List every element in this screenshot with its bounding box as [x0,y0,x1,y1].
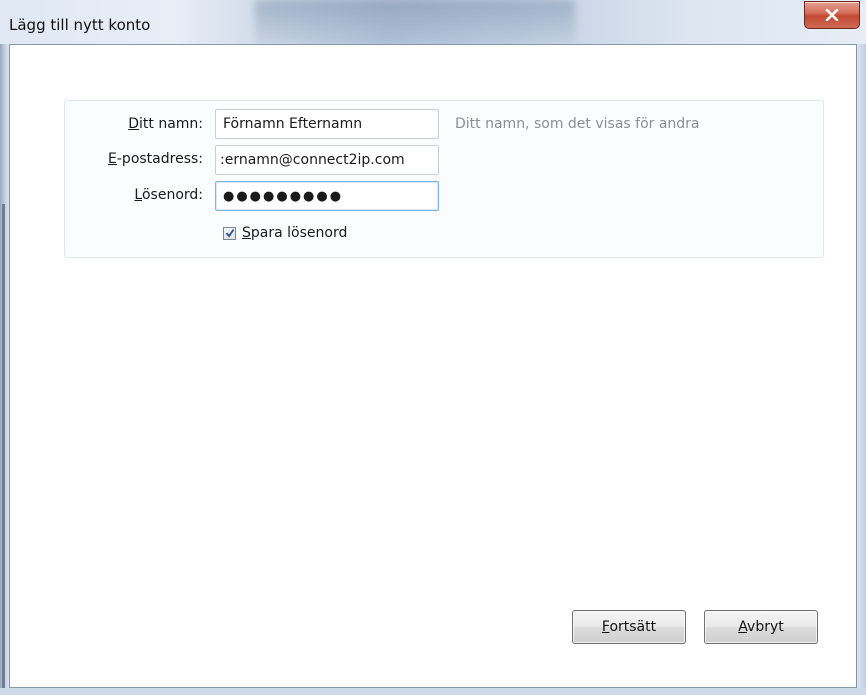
email-value: :ernamn@connect2ip.com [220,152,405,168]
password-label: Lösenord: [134,187,203,203]
email-label: E-postadress: [108,151,203,167]
cancel-button-label: Avbryt [738,619,784,635]
continue-button-label: Fortsätt [601,619,657,635]
title-bar[interactable]: Lägg till nytt konto [0,0,866,44]
email-input[interactable]: :ernamn@connect2ip.com [215,145,439,175]
window-title: Lägg till nytt konto [9,16,151,34]
save-password-checkbox[interactable] [223,227,236,240]
name-value: Förnamn Efternamn [223,116,363,132]
window-right-border [857,44,866,695]
password-input[interactable]: ●●●●●●●●● [215,181,439,211]
password-value: ●●●●●●●●● [223,188,344,204]
dialog-window: Lägg till nytt konto Ditt namn: Förnamn … [0,0,866,695]
continue-button[interactable]: Fortsätt [572,610,686,644]
close-button[interactable] [804,1,860,29]
cancel-button[interactable]: Avbryt [704,610,818,644]
dialog-content: Ditt namn: Förnamn Efternamn Ditt namn, … [9,44,857,688]
window-left-border [0,44,9,695]
save-password-label[interactable]: Spara lösenord [242,225,347,241]
background-window-title [255,0,575,44]
name-label: Ditt namn: [128,116,203,132]
name-input[interactable]: Förnamn Efternamn [215,109,439,139]
name-hint: Ditt namn, som det visas för andra [455,116,700,132]
close-icon [825,9,839,21]
window-bottom-border [0,688,866,695]
checkmark-icon [225,226,235,242]
